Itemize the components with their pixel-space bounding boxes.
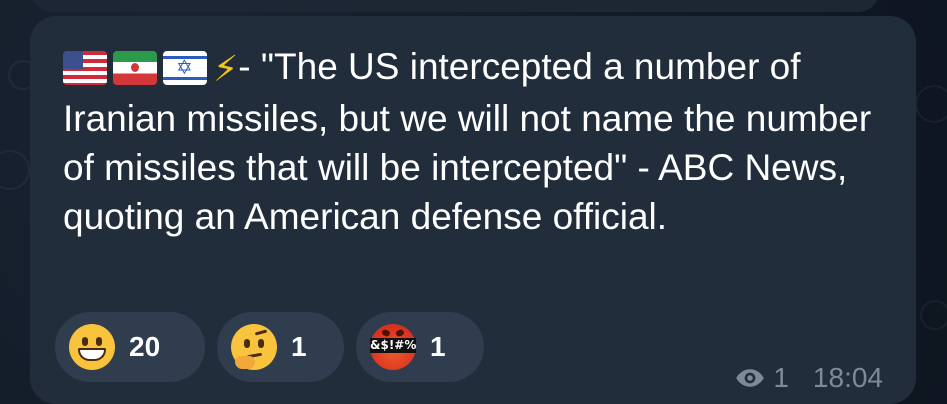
reaction-count: 20 bbox=[129, 331, 161, 362]
lightning-icon: ⚡ bbox=[213, 49, 239, 90]
us-flag-icon bbox=[63, 51, 107, 85]
previous-message-bubble[interactable] bbox=[30, 0, 880, 12]
message-time: 18:04 bbox=[812, 362, 883, 393]
reaction-thinking[interactable]: 1 bbox=[217, 312, 344, 382]
cursing-symbols: &$!#% bbox=[370, 338, 417, 353]
background-doodle bbox=[915, 85, 947, 123]
thinking-face-icon bbox=[231, 324, 277, 370]
view-count: 1 bbox=[773, 362, 789, 393]
reaction-grinning[interactable]: 20 bbox=[55, 312, 205, 382]
background-doodle bbox=[0, 150, 30, 190]
reaction-count: 1 bbox=[291, 331, 307, 362]
message-meta: 1 18:04 bbox=[735, 362, 883, 394]
background-doodle bbox=[920, 300, 947, 330]
message-text: ⚡- "The US intercepted a number of Irani… bbox=[63, 42, 893, 241]
cursing-face-icon: &$!#% bbox=[370, 324, 416, 370]
reaction-count: 1 bbox=[430, 331, 446, 362]
reaction-cursing[interactable]: &$!#% 1 bbox=[356, 312, 484, 382]
grinning-face-icon bbox=[69, 324, 115, 370]
israel-flag-icon bbox=[163, 51, 207, 85]
views-eye-icon bbox=[736, 369, 765, 387]
iran-flag-icon bbox=[113, 51, 157, 85]
